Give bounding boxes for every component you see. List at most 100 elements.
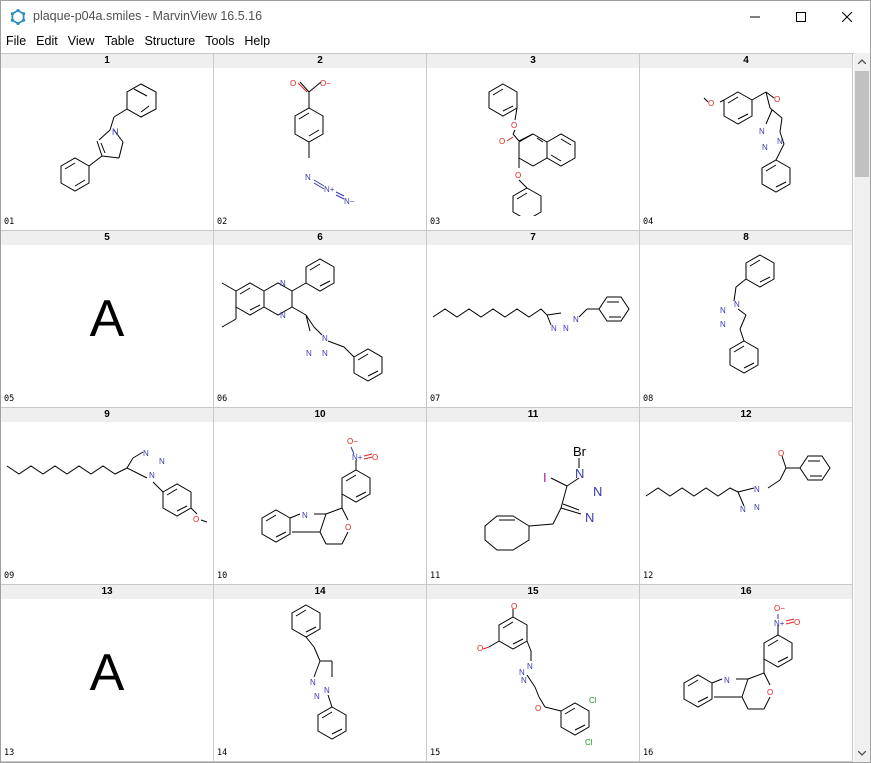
molecule-grid[interactable]: 1 N 01 2 O O− N N+ N− 02 3 O O O 03 4 O … <box>1 53 854 762</box>
svg-text:N: N <box>322 334 328 343</box>
svg-text:N: N <box>280 311 286 320</box>
cell-id: 01 <box>4 217 15 227</box>
cell-number: 4 <box>640 54 852 68</box>
svg-text:N+: N+ <box>352 453 363 462</box>
molecule-cell-8[interactable]: 8 N N N 08 <box>640 231 853 408</box>
cell-number: 11 <box>427 408 639 422</box>
svg-text:N−: N− <box>344 197 355 206</box>
svg-text:N: N <box>575 466 584 481</box>
molecule-cell-1[interactable]: 1 N 01 <box>1 54 214 231</box>
svg-text:O: O <box>499 137 505 146</box>
svg-text:O: O <box>372 453 378 462</box>
cell-number: 5 <box>1 231 213 245</box>
molecule-cell-10[interactable]: 10 O− N+ O N O 10 <box>214 408 427 585</box>
molecule-cell-14[interactable]: 14 N N N 14 <box>214 585 427 762</box>
menu-help[interactable]: Help <box>239 32 275 51</box>
cell-number: 10 <box>214 408 426 422</box>
molecule-structure: O O O <box>488 83 576 216</box>
menu-view[interactable]: View <box>63 32 100 51</box>
molecule-cell-11[interactable]: 11 Br N N N I 11 <box>427 408 640 585</box>
molecule-structure: O N N N <box>645 449 831 514</box>
menu-tools[interactable]: Tools <box>200 32 239 51</box>
molecule-structure: O O N N N <box>703 91 791 193</box>
cell-id: 15 <box>430 748 441 758</box>
cell-id: 10 <box>217 571 228 581</box>
svg-text:O: O <box>511 121 517 130</box>
molecule-cell-2[interactable]: 2 O O− N N+ N− 02 <box>214 54 427 231</box>
svg-text:N: N <box>551 324 557 333</box>
svg-text:N: N <box>740 505 746 514</box>
molecule-structure: N N N <box>291 604 347 740</box>
svg-text:N: N <box>563 324 569 333</box>
svg-text:N: N <box>305 173 311 182</box>
svg-text:O: O <box>515 171 521 180</box>
svg-text:Cl: Cl <box>589 696 597 705</box>
svg-text:O: O <box>794 618 800 627</box>
svg-text:Cl: Cl <box>585 738 593 747</box>
svg-text:N: N <box>585 510 594 525</box>
molecule-structure: O− N+ O N O <box>261 437 378 545</box>
molecule-cell-12[interactable]: 12 O N N N 12 <box>640 408 853 585</box>
svg-text:N: N <box>762 143 768 152</box>
molecule-placeholder-letter: A <box>89 644 125 702</box>
svg-text:N: N <box>143 449 149 458</box>
molecule-structure: O O− N N+ N− <box>290 79 355 206</box>
close-icon <box>842 11 852 22</box>
maximize-button[interactable] <box>778 1 824 32</box>
scroll-up-button[interactable] <box>854 53 870 70</box>
svg-text:N: N <box>573 315 579 324</box>
molecule-structure: N N N <box>720 254 775 374</box>
menu-file[interactable]: File <box>1 32 31 51</box>
cell-id: 14 <box>217 748 228 758</box>
close-button[interactable] <box>824 1 870 32</box>
svg-text:N: N <box>777 137 783 146</box>
cell-number: 9 <box>1 408 213 422</box>
svg-text:O: O <box>774 95 780 104</box>
cell-id: 08 <box>643 394 654 404</box>
molecule-cell-5[interactable]: 5 A 05 <box>1 231 214 408</box>
svg-text:N: N <box>314 692 320 701</box>
svg-text:O: O <box>778 449 784 458</box>
svg-text:N: N <box>754 503 760 512</box>
cell-number: 1 <box>1 54 213 68</box>
molecule-cell-16[interactable]: 16 O− N+ O N O 16 <box>640 585 853 762</box>
chevron-down-icon <box>858 751 866 756</box>
window-title: plaque-p04a.smiles - MarvinView 16.5.16 <box>33 9 263 23</box>
cell-number: 15 <box>427 585 639 599</box>
cell-id: 05 <box>4 394 15 404</box>
cell-number: 13 <box>1 585 213 599</box>
molecule-structure: N N N <box>432 296 630 333</box>
vertical-scrollbar[interactable] <box>854 53 870 762</box>
cell-id: 06 <box>217 394 228 404</box>
cell-number: 12 <box>640 408 852 422</box>
svg-text:O−: O− <box>774 604 785 613</box>
svg-text:O: O <box>511 602 517 611</box>
minimize-button[interactable] <box>732 1 778 32</box>
molecule-cell-13[interactable]: 13 A 13 <box>1 585 214 762</box>
cell-number: 6 <box>214 231 426 245</box>
molecule-cell-4[interactable]: 4 O O N N N 04 <box>640 54 853 231</box>
molecule-structure: O− N+ O N O <box>683 604 800 710</box>
svg-text:O: O <box>767 688 773 697</box>
menu-structure[interactable]: Structure <box>139 32 200 51</box>
scrollbar-thumb[interactable] <box>855 71 869 177</box>
molecule-cell-6[interactable]: 6 N N N N N 06 <box>214 231 427 408</box>
svg-text:O−: O− <box>347 437 358 446</box>
menu-table[interactable]: Table <box>100 32 140 51</box>
cell-id: 16 <box>643 748 654 758</box>
molecule-cell-15[interactable]: 15 O O N N N O Cl Cl 15 <box>427 585 640 762</box>
maximize-icon <box>796 11 806 22</box>
svg-text:O: O <box>535 704 541 713</box>
svg-text:N: N <box>280 279 286 288</box>
molecule-cell-7[interactable]: 7 N N N 07 <box>427 231 640 408</box>
menu-edit[interactable]: Edit <box>31 32 63 51</box>
title-bar[interactable]: plaque-p04a.smiles - MarvinView 16.5.16 <box>1 1 870 32</box>
molecule-cell-9[interactable]: 9 N N N O 09 <box>1 408 214 585</box>
svg-text:N: N <box>759 127 765 136</box>
scroll-down-button[interactable] <box>854 745 870 762</box>
svg-text:N: N <box>720 320 726 329</box>
svg-text:O−: O− <box>320 79 331 88</box>
molecule-cell-3[interactable]: 3 O O O 03 <box>427 54 640 231</box>
marvin-app-icon <box>10 8 26 26</box>
marvinview-window: plaque-p04a.smiles - MarvinView 16.5.16 … <box>0 0 871 763</box>
